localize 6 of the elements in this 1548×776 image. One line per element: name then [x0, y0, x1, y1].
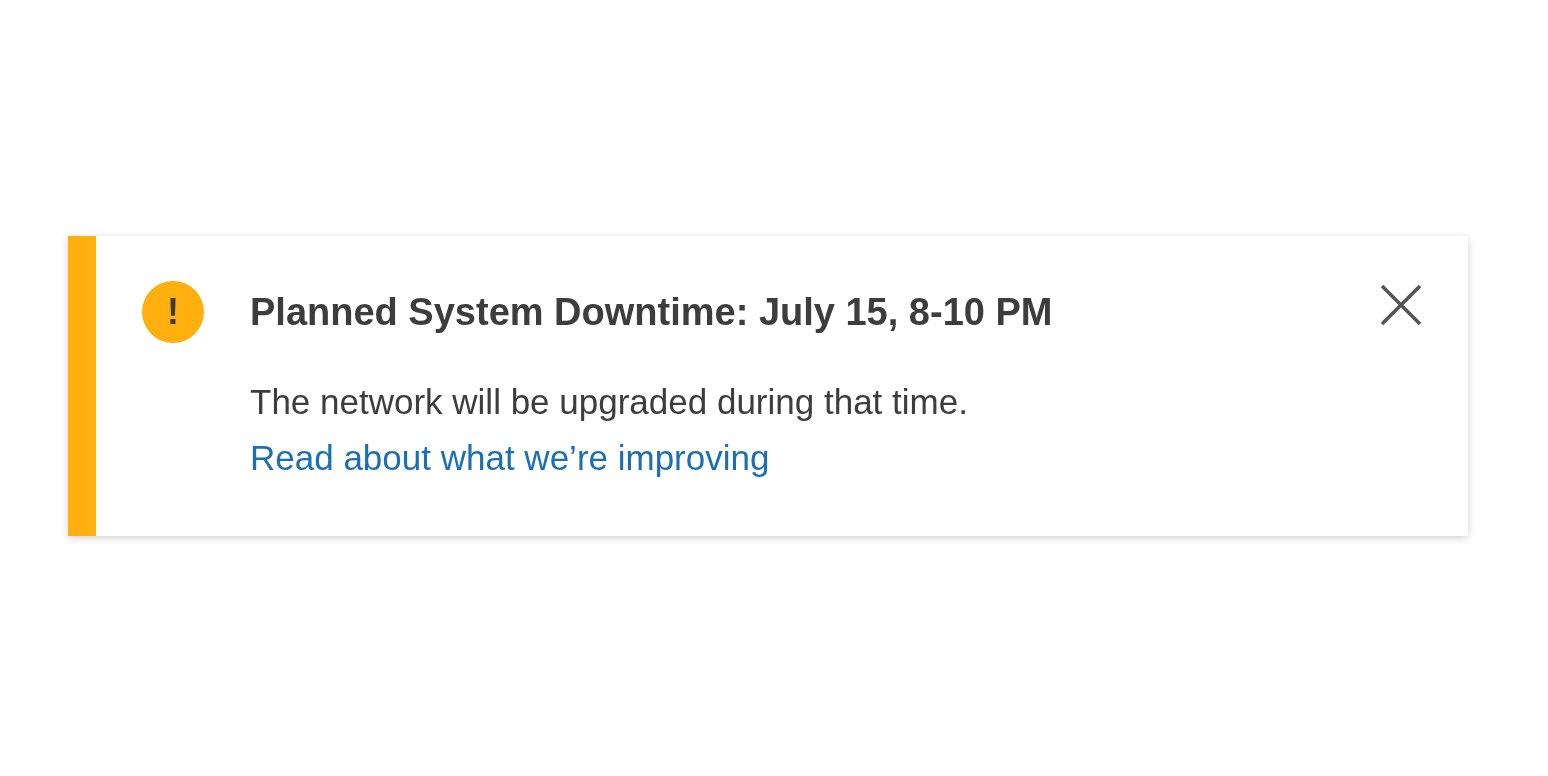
close-button[interactable] — [1380, 284, 1422, 326]
warning-icon: ! — [142, 281, 204, 343]
notification-title: Planned System Downtime: July 15, 8-10 PM — [250, 290, 1054, 335]
read-more-link[interactable]: Read about what we’re improving — [250, 438, 770, 477]
notification-message: The network will be upgraded during that time. Read about what we’re improving — [250, 381, 969, 479]
close-icon — [1380, 284, 1422, 326]
